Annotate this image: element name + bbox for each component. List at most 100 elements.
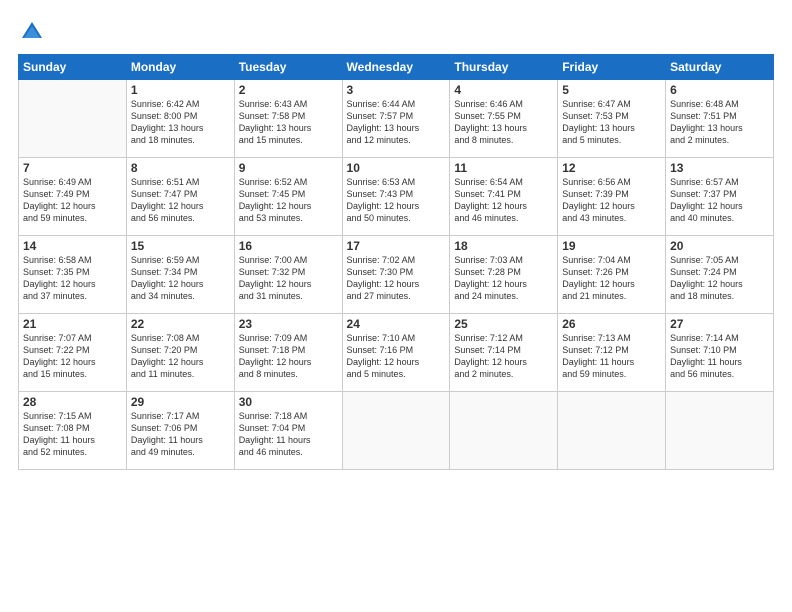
calendar-cell: 19Sunrise: 7:04 AM Sunset: 7:26 PM Dayli… — [558, 236, 666, 314]
day-header: Saturday — [666, 55, 774, 80]
cell-info: Sunrise: 7:12 AM Sunset: 7:14 PM Dayligh… — [454, 332, 553, 381]
calendar-cell: 28Sunrise: 7:15 AM Sunset: 7:08 PM Dayli… — [19, 392, 127, 470]
day-header: Monday — [126, 55, 234, 80]
day-number: 11 — [454, 161, 553, 175]
cell-info: Sunrise: 6:53 AM Sunset: 7:43 PM Dayligh… — [347, 176, 446, 225]
cell-info: Sunrise: 7:09 AM Sunset: 7:18 PM Dayligh… — [239, 332, 338, 381]
day-number: 30 — [239, 395, 338, 409]
calendar-cell: 3Sunrise: 6:44 AM Sunset: 7:57 PM Daylig… — [342, 80, 450, 158]
calendar-cell: 26Sunrise: 7:13 AM Sunset: 7:12 PM Dayli… — [558, 314, 666, 392]
calendar-cell: 5Sunrise: 6:47 AM Sunset: 7:53 PM Daylig… — [558, 80, 666, 158]
day-number: 16 — [239, 239, 338, 253]
day-number: 19 — [562, 239, 661, 253]
header — [18, 18, 774, 46]
cell-info: Sunrise: 7:15 AM Sunset: 7:08 PM Dayligh… — [23, 410, 122, 459]
cell-info: Sunrise: 7:00 AM Sunset: 7:32 PM Dayligh… — [239, 254, 338, 303]
cell-info: Sunrise: 7:10 AM Sunset: 7:16 PM Dayligh… — [347, 332, 446, 381]
day-number: 23 — [239, 317, 338, 331]
calendar-week-row: 1Sunrise: 6:42 AM Sunset: 8:00 PM Daylig… — [19, 80, 774, 158]
cell-info: Sunrise: 7:18 AM Sunset: 7:04 PM Dayligh… — [239, 410, 338, 459]
calendar-cell: 7Sunrise: 6:49 AM Sunset: 7:49 PM Daylig… — [19, 158, 127, 236]
cell-info: Sunrise: 6:43 AM Sunset: 7:58 PM Dayligh… — [239, 98, 338, 147]
cell-info: Sunrise: 6:58 AM Sunset: 7:35 PM Dayligh… — [23, 254, 122, 303]
day-number: 13 — [670, 161, 769, 175]
day-header: Friday — [558, 55, 666, 80]
calendar-cell: 25Sunrise: 7:12 AM Sunset: 7:14 PM Dayli… — [450, 314, 558, 392]
day-number: 25 — [454, 317, 553, 331]
day-number: 27 — [670, 317, 769, 331]
calendar-cell — [450, 392, 558, 470]
day-header: Thursday — [450, 55, 558, 80]
day-number: 28 — [23, 395, 122, 409]
calendar-cell — [666, 392, 774, 470]
logo-icon — [18, 18, 46, 46]
cell-info: Sunrise: 7:07 AM Sunset: 7:22 PM Dayligh… — [23, 332, 122, 381]
day-number: 24 — [347, 317, 446, 331]
day-number: 26 — [562, 317, 661, 331]
calendar-cell: 1Sunrise: 6:42 AM Sunset: 8:00 PM Daylig… — [126, 80, 234, 158]
calendar-cell: 4Sunrise: 6:46 AM Sunset: 7:55 PM Daylig… — [450, 80, 558, 158]
cell-info: Sunrise: 6:42 AM Sunset: 8:00 PM Dayligh… — [131, 98, 230, 147]
cell-info: Sunrise: 7:05 AM Sunset: 7:24 PM Dayligh… — [670, 254, 769, 303]
calendar-cell: 24Sunrise: 7:10 AM Sunset: 7:16 PM Dayli… — [342, 314, 450, 392]
calendar-cell: 16Sunrise: 7:00 AM Sunset: 7:32 PM Dayli… — [234, 236, 342, 314]
calendar-cell: 13Sunrise: 6:57 AM Sunset: 7:37 PM Dayli… — [666, 158, 774, 236]
calendar-cell: 11Sunrise: 6:54 AM Sunset: 7:41 PM Dayli… — [450, 158, 558, 236]
calendar-cell: 17Sunrise: 7:02 AM Sunset: 7:30 PM Dayli… — [342, 236, 450, 314]
day-number: 14 — [23, 239, 122, 253]
day-number: 8 — [131, 161, 230, 175]
cell-info: Sunrise: 6:47 AM Sunset: 7:53 PM Dayligh… — [562, 98, 661, 147]
calendar-cell: 12Sunrise: 6:56 AM Sunset: 7:39 PM Dayli… — [558, 158, 666, 236]
day-number: 20 — [670, 239, 769, 253]
page: SundayMondayTuesdayWednesdayThursdayFrid… — [0, 0, 792, 612]
calendar-cell: 30Sunrise: 7:18 AM Sunset: 7:04 PM Dayli… — [234, 392, 342, 470]
calendar-cell: 23Sunrise: 7:09 AM Sunset: 7:18 PM Dayli… — [234, 314, 342, 392]
cell-info: Sunrise: 6:46 AM Sunset: 7:55 PM Dayligh… — [454, 98, 553, 147]
day-number: 12 — [562, 161, 661, 175]
day-number: 5 — [562, 83, 661, 97]
day-number: 17 — [347, 239, 446, 253]
day-header: Sunday — [19, 55, 127, 80]
calendar-cell: 21Sunrise: 7:07 AM Sunset: 7:22 PM Dayli… — [19, 314, 127, 392]
cell-info: Sunrise: 6:51 AM Sunset: 7:47 PM Dayligh… — [131, 176, 230, 225]
calendar-cell: 10Sunrise: 6:53 AM Sunset: 7:43 PM Dayli… — [342, 158, 450, 236]
day-number: 22 — [131, 317, 230, 331]
cell-info: Sunrise: 6:49 AM Sunset: 7:49 PM Dayligh… — [23, 176, 122, 225]
calendar-week-row: 14Sunrise: 6:58 AM Sunset: 7:35 PM Dayli… — [19, 236, 774, 314]
calendar-header-row: SundayMondayTuesdayWednesdayThursdayFrid… — [19, 55, 774, 80]
calendar-cell: 27Sunrise: 7:14 AM Sunset: 7:10 PM Dayli… — [666, 314, 774, 392]
logo — [18, 18, 48, 46]
calendar-cell: 22Sunrise: 7:08 AM Sunset: 7:20 PM Dayli… — [126, 314, 234, 392]
day-header: Tuesday — [234, 55, 342, 80]
day-number: 1 — [131, 83, 230, 97]
calendar-cell — [19, 80, 127, 158]
cell-info: Sunrise: 6:48 AM Sunset: 7:51 PM Dayligh… — [670, 98, 769, 147]
cell-info: Sunrise: 7:17 AM Sunset: 7:06 PM Dayligh… — [131, 410, 230, 459]
calendar-cell: 20Sunrise: 7:05 AM Sunset: 7:24 PM Dayli… — [666, 236, 774, 314]
calendar-cell: 6Sunrise: 6:48 AM Sunset: 7:51 PM Daylig… — [666, 80, 774, 158]
day-number: 9 — [239, 161, 338, 175]
calendar-cell: 18Sunrise: 7:03 AM Sunset: 7:28 PM Dayli… — [450, 236, 558, 314]
calendar-week-row: 21Sunrise: 7:07 AM Sunset: 7:22 PM Dayli… — [19, 314, 774, 392]
cell-info: Sunrise: 6:56 AM Sunset: 7:39 PM Dayligh… — [562, 176, 661, 225]
calendar-cell — [558, 392, 666, 470]
calendar-cell: 8Sunrise: 6:51 AM Sunset: 7:47 PM Daylig… — [126, 158, 234, 236]
cell-info: Sunrise: 6:59 AM Sunset: 7:34 PM Dayligh… — [131, 254, 230, 303]
calendar-table: SundayMondayTuesdayWednesdayThursdayFrid… — [18, 54, 774, 470]
day-number: 18 — [454, 239, 553, 253]
cell-info: Sunrise: 7:04 AM Sunset: 7:26 PM Dayligh… — [562, 254, 661, 303]
calendar-week-row: 28Sunrise: 7:15 AM Sunset: 7:08 PM Dayli… — [19, 392, 774, 470]
day-number: 21 — [23, 317, 122, 331]
calendar-cell — [342, 392, 450, 470]
cell-info: Sunrise: 6:54 AM Sunset: 7:41 PM Dayligh… — [454, 176, 553, 225]
cell-info: Sunrise: 6:52 AM Sunset: 7:45 PM Dayligh… — [239, 176, 338, 225]
day-number: 10 — [347, 161, 446, 175]
day-number: 3 — [347, 83, 446, 97]
day-number: 6 — [670, 83, 769, 97]
cell-info: Sunrise: 7:13 AM Sunset: 7:12 PM Dayligh… — [562, 332, 661, 381]
cell-info: Sunrise: 7:08 AM Sunset: 7:20 PM Dayligh… — [131, 332, 230, 381]
day-number: 4 — [454, 83, 553, 97]
day-header: Wednesday — [342, 55, 450, 80]
calendar-week-row: 7Sunrise: 6:49 AM Sunset: 7:49 PM Daylig… — [19, 158, 774, 236]
cell-info: Sunrise: 6:44 AM Sunset: 7:57 PM Dayligh… — [347, 98, 446, 147]
